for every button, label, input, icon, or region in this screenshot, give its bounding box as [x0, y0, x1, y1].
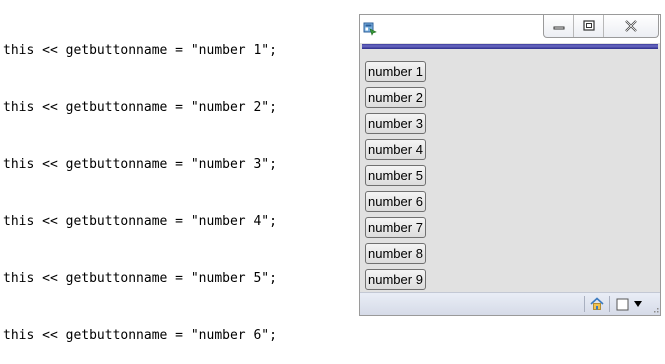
resize-grip-icon[interactable]: [651, 306, 659, 314]
number-2-button[interactable]: number 2: [365, 87, 426, 108]
status-bar: [360, 292, 660, 315]
status-separator: [609, 296, 610, 312]
floating-window: number 1 number 2 number 3 number 4 numb…: [359, 14, 661, 316]
app-window-icon: [363, 22, 377, 36]
code-line: this << getbuttonname = "number 5";: [3, 271, 277, 286]
code-line: this << getbuttonname = "number 1";: [3, 43, 277, 58]
home-icon: [590, 297, 604, 310]
status-separator: [584, 296, 585, 312]
number-9-button[interactable]: number 9: [365, 269, 426, 290]
code-line: this << getbuttonname = "number 6";: [3, 328, 277, 343]
dropdown-button[interactable]: [630, 296, 646, 312]
number-8-button[interactable]: number 8: [365, 243, 426, 264]
number-7-button[interactable]: number 7: [365, 217, 426, 238]
button-panel: number 1 number 2 number 3 number 4 numb…: [360, 51, 660, 293]
title-bar[interactable]: [360, 15, 660, 43]
minimize-button[interactable]: [544, 15, 574, 37]
close-button[interactable]: [604, 15, 658, 37]
number-6-button[interactable]: number 6: [365, 191, 426, 212]
window-accent-bar: [362, 44, 658, 49]
close-icon: [625, 20, 637, 32]
dropdown-arrow-icon: [634, 301, 642, 307]
home-button[interactable]: [589, 296, 605, 312]
checkbox-icon: [616, 298, 628, 310]
code-line: this << getbuttonname = "number 2";: [3, 100, 277, 115]
window-controls: [543, 15, 659, 38]
number-4-button[interactable]: number 4: [365, 139, 426, 160]
minimize-icon: [553, 26, 564, 30]
maximize-icon: [582, 20, 595, 31]
number-3-button[interactable]: number 3: [365, 113, 426, 134]
number-5-button[interactable]: number 5: [365, 165, 426, 186]
maximize-button[interactable]: [574, 15, 604, 37]
number-1-button[interactable]: number 1: [365, 61, 426, 82]
code-line: this << getbuttonname = "number 3";: [3, 157, 277, 172]
code-editor[interactable]: this << getbuttonname = "number 1"; this…: [3, 3, 353, 364]
code-line: this << getbuttonname = "number 4";: [3, 214, 277, 229]
checkbox-toggle[interactable]: [614, 296, 630, 312]
